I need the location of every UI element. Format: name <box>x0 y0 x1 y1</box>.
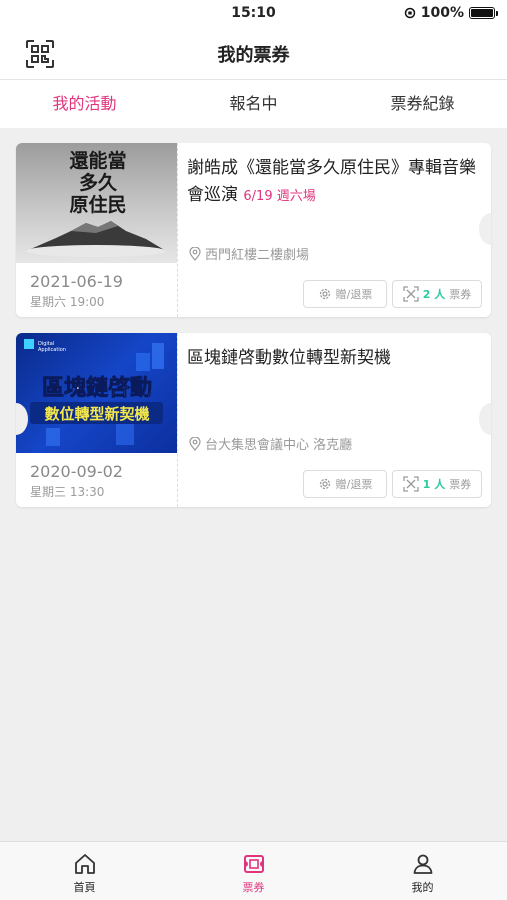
svg-text:Application: Application <box>38 347 66 353</box>
event-title-text: 區塊鏈啓動數位轉型新契機 <box>187 348 391 368</box>
tickets-label: 票券 <box>449 288 472 301</box>
gear-icon <box>319 288 330 300</box>
event-location-text: 西門紅樓二樓劇場 <box>205 248 310 263</box>
nav-bar: 我的票券 <box>0 28 507 80</box>
gift-refund-button[interactable]: 贈/退票 <box>303 470 387 498</box>
location-pin-icon <box>189 246 201 261</box>
event-session-tag: 6/19 週六場 <box>243 189 316 204</box>
tab-ticket-records[interactable]: 票券紀錄 <box>338 80 507 128</box>
bottom-tab-bar: 首頁 票券 我的 <box>0 841 507 900</box>
bottom-tab-label: 首頁 <box>73 881 96 894</box>
status-indicators: 100% <box>404 5 498 21</box>
image-text-line: 多久 <box>79 171 118 194</box>
event-date: 2021-06-19 <box>30 272 123 291</box>
status-bar: 15:10 100% <box>0 0 507 28</box>
event-image-art: Digital Application 區塊鏈啓動 數位轉型新契機 <box>24 339 164 446</box>
event-image-art: 還能當 多久 原住民 <box>26 149 166 257</box>
gear-icon <box>319 478 330 490</box>
tab-bar: 我的活動 報名中 票券紀錄 <box>0 80 507 128</box>
gift-refund-label: 贈/退票 <box>335 288 373 301</box>
page-title: 我的票券 <box>217 45 290 66</box>
ticket-notch <box>479 213 491 245</box>
location-pin-icon <box>189 436 201 451</box>
battery-icon <box>469 7 498 19</box>
event-date: 2020-09-02 <box>30 462 123 481</box>
user-icon <box>413 854 432 874</box>
tickets-label: 票券 <box>449 478 472 491</box>
tickets-count: 2 人 <box>422 288 446 301</box>
bottom-tab-label: 票券 <box>242 881 265 894</box>
event-title[interactable]: 區塊鏈啓動數位轉型新契機 <box>187 345 477 372</box>
ticket-notch <box>479 403 491 435</box>
event-card[interactable]: 還能當 多久 原住民 2021-06-19 星期六 19:00 謝皓成《還能當多… <box>16 143 491 317</box>
qr-scan-icon <box>403 286 419 302</box>
orientation-lock-icon <box>404 7 415 19</box>
event-title-text: 謝皓成《還能當多久原住民》專輯音樂會巡演 <box>187 158 476 205</box>
bottom-tab-label: 我的 <box>411 881 434 894</box>
image-text-line: 區塊鏈啓動 <box>42 375 152 401</box>
battery-percent: 100% <box>420 5 464 21</box>
event-location: 台大集思會議中心 洛克廳 <box>189 434 352 453</box>
tab-my-activities[interactable]: 我的活動 <box>0 80 169 128</box>
event-image: Digital Application 區塊鏈啓動 數位轉型新契機 <box>16 333 177 453</box>
gift-refund-button[interactable]: 贈/退票 <box>303 280 387 308</box>
ticket-divider <box>177 143 178 317</box>
event-location-text: 台大集思會議中心 洛克廳 <box>205 438 353 453</box>
event-time: 星期三 13:30 <box>30 485 105 499</box>
image-text-line: 原住民 <box>69 193 126 216</box>
tab-registering[interactable]: 報名中 <box>169 80 338 128</box>
bottom-tab-profile[interactable]: 我的 <box>338 842 507 900</box>
bottom-tab-tickets[interactable]: 票券 <box>169 842 338 900</box>
image-text-line: 數位轉型新契機 <box>44 405 149 423</box>
event-time: 星期六 19:00 <box>30 295 105 309</box>
bottom-tab-home[interactable]: 首頁 <box>0 842 169 900</box>
tickets-button[interactable]: 2 人 票券 <box>392 280 482 308</box>
tickets-button[interactable]: 1 人 票券 <box>392 470 482 498</box>
event-title[interactable]: 謝皓成《還能當多久原住民》專輯音樂會巡演 6/19 週六場 <box>187 155 477 210</box>
event-image: 還能當 多久 原住民 <box>16 143 177 263</box>
event-location: 西門紅樓二樓劇場 <box>189 244 309 263</box>
qr-scan-icon <box>403 476 419 492</box>
event-card[interactable]: Digital Application 區塊鏈啓動 數位轉型新契機 2020-0… <box>16 333 491 507</box>
tickets-count: 1 人 <box>422 478 446 491</box>
ticket-icon <box>243 855 264 873</box>
image-text-line: 還能當 <box>69 149 126 172</box>
gift-refund-label: 贈/退票 <box>335 478 373 491</box>
home-icon <box>74 854 95 874</box>
ticket-divider <box>177 333 178 507</box>
